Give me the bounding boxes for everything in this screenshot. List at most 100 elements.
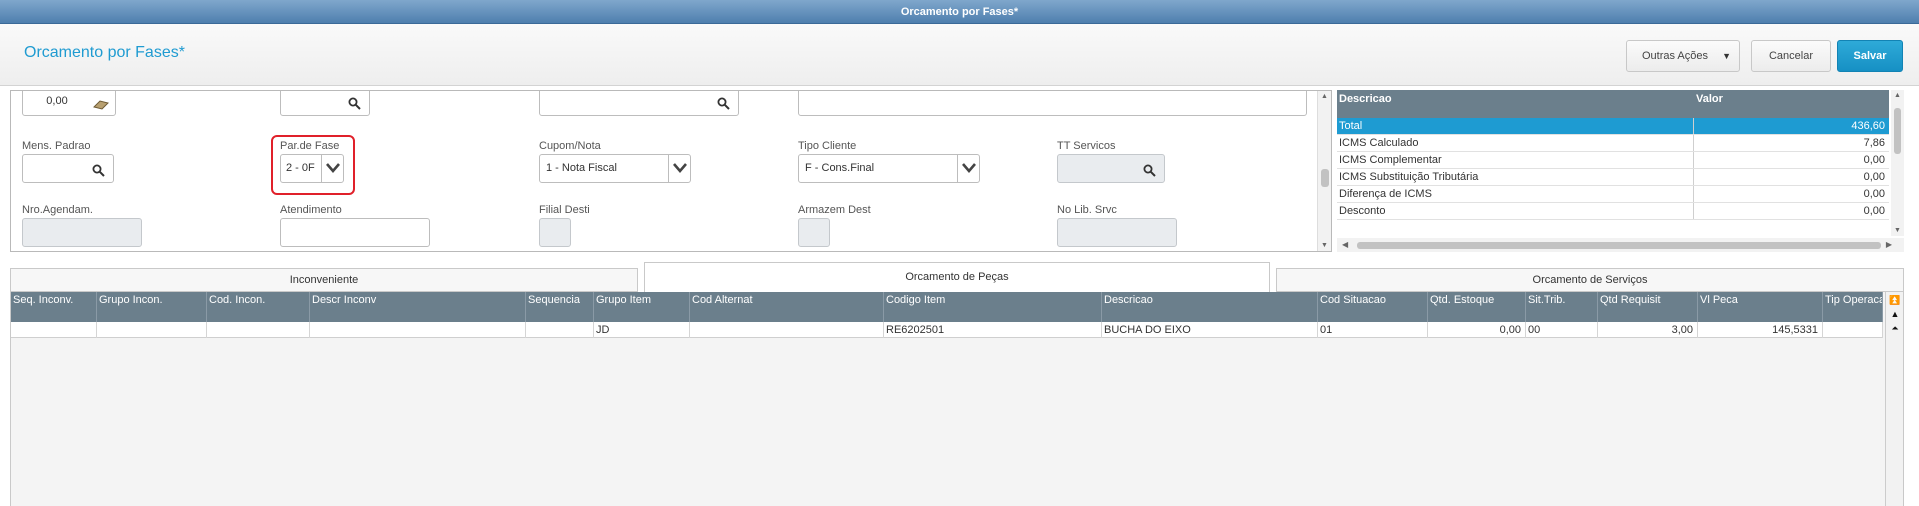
totals-row[interactable]: ICMS Substituição Tributária 0,00 — [1337, 169, 1889, 186]
col-header[interactable]: Cod. Incon. — [207, 292, 310, 322]
caret-down-icon: ▼ — [1722, 51, 1731, 61]
table-cell — [97, 322, 207, 338]
previous-record-icon[interactable]: ⏶ — [1888, 322, 1902, 334]
tipo-cliente-value: F - Cons.Final — [805, 162, 875, 174]
no-lib-srvc-label: No Lib. Srvc — [1057, 204, 1117, 216]
row-valor: 7,86 — [1863, 137, 1885, 149]
table-cell — [11, 322, 97, 338]
tipo-cliente-label: Tipo Cliente — [798, 140, 857, 152]
table-cell — [690, 322, 884, 338]
col-header[interactable]: Tip Operacao — [1823, 292, 1883, 322]
totals-row[interactable]: Desconto 0,00 — [1337, 203, 1889, 220]
outras-acoes-label: Outras Ações — [1641, 50, 1709, 62]
totals-row[interactable]: Total 436,60 — [1337, 118, 1889, 135]
search-icon[interactable] — [92, 161, 105, 182]
armazem-dest-input[interactable] — [798, 218, 830, 247]
row-descricao: ICMS Calculado — [1339, 137, 1419, 149]
search-icon[interactable] — [717, 94, 730, 115]
valor-field[interactable]: 0,00 — [22, 91, 116, 116]
nro-agendam-label: Nro.Agendam. — [22, 204, 93, 216]
grid-header: Seq. Inconv. Grupo Incon. Cod. Incon. De… — [11, 292, 1883, 322]
page-title: Orcamento por Fases* — [24, 44, 185, 61]
search-icon[interactable] — [1143, 161, 1156, 182]
totals-row[interactable]: ICMS Calculado 7,86 — [1337, 135, 1889, 152]
totals-horizontal-scrollbar[interactable]: ◀ ▶ — [1337, 238, 1904, 252]
totals-table: Descricao Valor Total 436,60 ICMS Calcul… — [1337, 90, 1904, 252]
row-descricao: ICMS Complementar — [1339, 154, 1442, 166]
cupom-nota-select[interactable]: 1 - Nota Fiscal — [539, 154, 691, 183]
row-valor: 436,60 — [1851, 120, 1885, 132]
table-cell: 0,00 — [1428, 322, 1526, 338]
table-cell — [310, 322, 526, 338]
tab-inconveniente[interactable]: Inconveniente — [10, 268, 638, 292]
mens-padrao-input[interactable] — [22, 154, 114, 183]
col-header[interactable]: Sit.Trib. — [1526, 292, 1598, 322]
totals-vertical-scrollbar[interactable]: ▲ ▼ — [1891, 90, 1904, 236]
column-divider — [1693, 118, 1694, 134]
col-header[interactable]: Codigo Item — [884, 292, 1102, 322]
no-lib-srvc-input[interactable] — [1057, 218, 1177, 247]
cancel-button[interactable]: Cancelar — [1751, 40, 1831, 72]
col-header[interactable]: Grupo Incon. — [97, 292, 207, 322]
col-header[interactable]: Grupo Item — [594, 292, 690, 322]
grid-vertical-scrollbar[interactable]: ⏫ ▲ ⏶ — [1885, 292, 1903, 506]
outras-acoes-button[interactable]: Outras Ações ▼ — [1626, 40, 1740, 72]
form-panel: 0,00 Mens. Padrao Par.de Fase 2 - 0F Cup… — [10, 90, 1332, 252]
column-divider — [1693, 135, 1694, 151]
scroll-down-icon[interactable]: ▼ — [1894, 227, 1901, 234]
tt-servicos-input[interactable] — [1057, 154, 1165, 183]
cupom-nota-label: Cupom/Nota — [539, 140, 601, 152]
tab-orcamento-servicos[interactable]: Orcamento de Serviços — [1276, 268, 1904, 292]
totals-row[interactable]: ICMS Complementar 0,00 — [1337, 152, 1889, 169]
filial-desti-input[interactable] — [539, 218, 571, 247]
folder-tabs: Inconveniente Orcamento de Peças Orcamen… — [10, 262, 1904, 292]
col-header[interactable]: Descr Inconv — [310, 292, 526, 322]
atendimento-input[interactable] — [280, 218, 430, 247]
col-header[interactable]: Vl Peca — [1698, 292, 1823, 322]
row0-text-field[interactable] — [798, 91, 1307, 116]
row0-lookup-field-2[interactable] — [539, 91, 739, 116]
scroll-up-icon[interactable]: ▲ — [1321, 93, 1328, 100]
form-vertical-scrollbar[interactable]: ▲ ▼ — [1317, 91, 1331, 251]
tab-orcamento-pecas[interactable]: Orcamento de Peças — [644, 262, 1270, 292]
mens-padrao-label: Mens. Padrao — [22, 140, 91, 152]
col-header[interactable]: Sequencia — [526, 292, 594, 322]
chevron-down-icon[interactable] — [668, 155, 690, 182]
row-descricao: Diferença de ICMS — [1339, 188, 1432, 200]
chevron-down-icon[interactable] — [957, 155, 979, 182]
scroll-thumb[interactable] — [1894, 108, 1901, 154]
nro-agendam-input[interactable] — [22, 218, 142, 247]
previous-page-icon[interactable]: ▲ — [1888, 308, 1902, 320]
col-header[interactable]: Qtd. Estoque — [1428, 292, 1526, 322]
scroll-up-icon[interactable]: ▲ — [1894, 92, 1901, 99]
table-row[interactable]: JD RE6202501 BUCHA DO EIXO 01 0,00 00 3,… — [11, 322, 1883, 338]
calculator-icon[interactable] — [93, 95, 109, 115]
chevron-down-icon[interactable] — [321, 155, 343, 182]
col-header[interactable]: Cod Alternat — [690, 292, 884, 322]
first-record-icon[interactable]: ⏫ — [1888, 294, 1902, 306]
col-header[interactable]: Qtd Requisit — [1598, 292, 1698, 322]
table-cell: JD — [594, 322, 690, 338]
scroll-right-icon[interactable]: ▶ — [1886, 240, 1892, 249]
search-icon[interactable] — [348, 94, 361, 115]
row0-lookup-field-1[interactable] — [280, 91, 370, 116]
col-header[interactable]: Cod Situacao — [1318, 292, 1428, 322]
par-fase-select[interactable]: 2 - 0F — [280, 154, 344, 183]
table-cell: 145,5331 — [1698, 322, 1823, 338]
column-divider — [1693, 203, 1694, 219]
row-valor: 0,00 — [1863, 154, 1885, 166]
scroll-thumb[interactable] — [1321, 169, 1329, 187]
table-cell — [1823, 322, 1883, 338]
totals-row[interactable]: Diferença de ICMS 0,00 — [1337, 186, 1889, 203]
scroll-thumb[interactable] — [1357, 242, 1881, 249]
col-header[interactable]: Seq. Inconv. — [11, 292, 97, 322]
scroll-down-icon[interactable]: ▼ — [1321, 242, 1328, 249]
col-header[interactable]: Descricao — [1102, 292, 1318, 322]
tipo-cliente-select[interactable]: F - Cons.Final — [798, 154, 980, 183]
save-button[interactable]: Salvar — [1837, 40, 1903, 72]
window-title: Orcamento por Fases* — [900, 6, 1019, 18]
armazem-dest-label: Armazem Dest — [798, 204, 871, 216]
row-valor: 0,00 — [1863, 171, 1885, 183]
valor-value: 0,00 — [46, 95, 68, 107]
scroll-left-icon[interactable]: ◀ — [1342, 240, 1348, 249]
